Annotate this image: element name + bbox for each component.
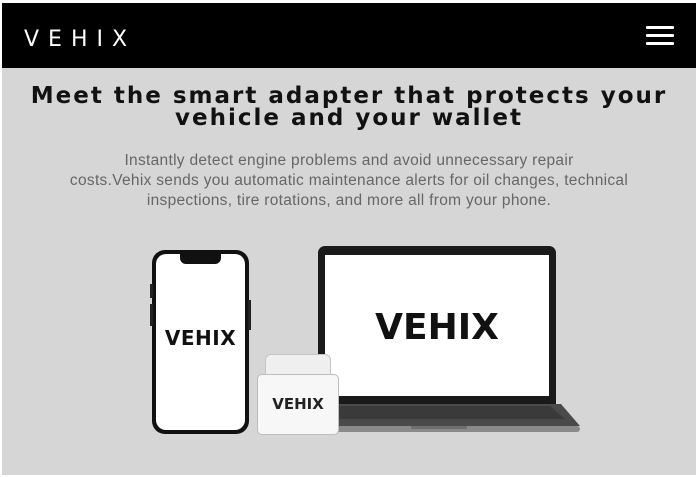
description-line-2: costs.Vehix sends you automatic maintena… [69, 172, 629, 189]
menu-bar [646, 34, 674, 37]
menu-bar [646, 26, 674, 29]
description-line-3: inspections, tire rotations, and more al… [146, 192, 552, 209]
obd-adapter-image: VEHIX [257, 354, 339, 435]
menu-bar [646, 42, 674, 45]
laptop-screen: VEHIX [325, 255, 549, 396]
phone-side-button [150, 284, 153, 298]
hamburger-menu-icon[interactable] [644, 24, 676, 48]
phone-side-button [150, 304, 153, 326]
laptop-screen-logo: VEHIX [375, 307, 499, 348]
phone-image: VEHIX [150, 250, 251, 434]
hero-description: Instantly detect engine problems and avo… [32, 151, 666, 211]
laptop-keyboard-base [299, 404, 580, 432]
phone-side-button [248, 300, 251, 330]
headline-line-2: vehicle and your wallet [175, 105, 523, 131]
hero-headline: Meet the smart adapter that protects you… [2, 85, 696, 131]
description-line-1: Instantly detect engine problems and avo… [124, 152, 574, 169]
page: VEHIX Meet the smart adapter that protec… [2, 3, 696, 475]
phone-screen: VEHIX [156, 254, 245, 430]
site-header: VEHIX [2, 3, 696, 68]
laptop-image: VEHIX [318, 246, 556, 404]
brand-logo[interactable]: VEHIX [24, 27, 136, 52]
phone-notch [180, 254, 221, 264]
adapter-logo: VEHIX [272, 395, 324, 413]
phone-screen-logo: VEHIX [164, 326, 237, 350]
